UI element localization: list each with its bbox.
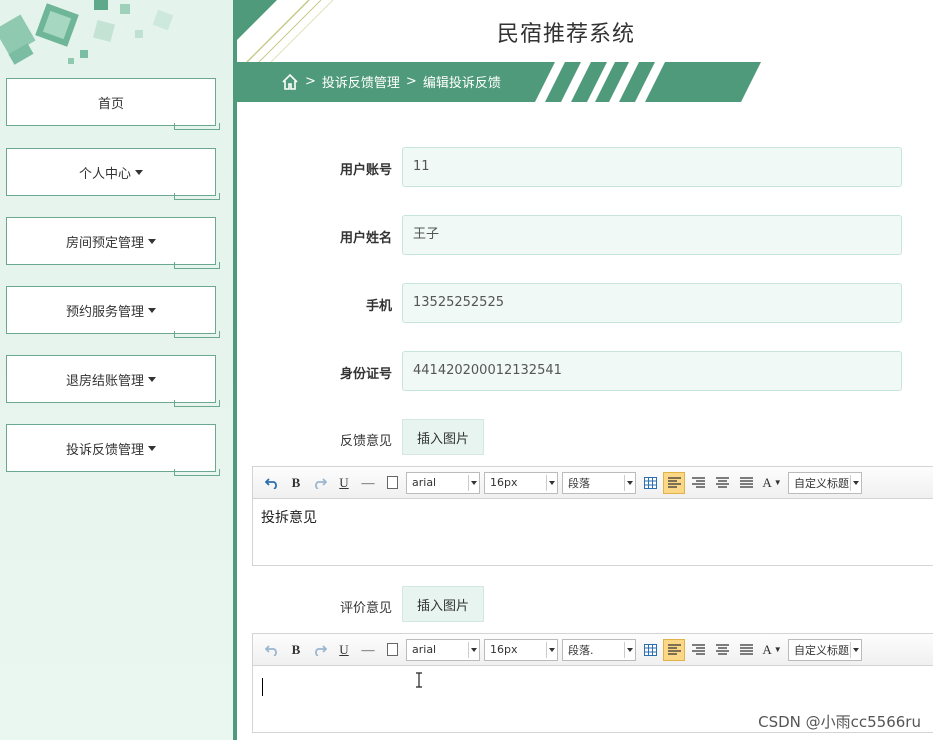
feedback-editor: B U — arial 16px 段落 A ▼ 自定义标题 投拆意见 <box>252 466 933 566</box>
horizontal-rule-button[interactable]: — <box>357 639 379 661</box>
chevron-down-icon <box>549 480 555 485</box>
home-icon[interactable] <box>281 73 299 91</box>
id-label: 身份证号 <box>339 367 392 382</box>
redo-icon[interactable] <box>309 639 331 661</box>
decorative-squares <box>0 0 174 65</box>
sidebar-item-label: 个人中心 <box>78 166 131 182</box>
sidebar-item-service-booking[interactable]: 预约服务管理 <box>6 286 220 338</box>
custom-heading-select[interactable]: 自定义标题 <box>788 638 862 661</box>
chevron-down-icon <box>627 647 633 652</box>
chevron-down-icon <box>549 647 555 652</box>
editor-toolbar: B U — arial 16px 段落 A ▼ 自定义标题 <box>253 467 933 499</box>
sidebar: 首页 个人中心 房间预定管理 预约服务管理 退房结账管理 投诉反馈管理 <box>0 0 233 740</box>
sidebar-item-complaint[interactable]: 投诉反馈管理 <box>6 424 220 476</box>
undo-icon[interactable] <box>261 472 283 494</box>
caret-down-icon <box>135 169 143 175</box>
sidebar-item-room-booking[interactable]: 房间预定管理 <box>6 217 220 269</box>
sidebar-item-label: 房间预定管理 <box>65 235 144 251</box>
insert-image-button[interactable]: 插入图片 <box>402 586 484 622</box>
align-right-icon[interactable] <box>687 639 709 661</box>
paragraph-select[interactable]: 段落 <box>562 471 636 494</box>
chevron-down-icon <box>853 480 859 485</box>
sidebar-item-label: 投诉反馈管理 <box>65 442 144 458</box>
font-family-select[interactable]: arial <box>406 638 480 661</box>
page-icon[interactable] <box>381 472 403 494</box>
paragraph-value: 段落 <box>568 476 590 490</box>
caret-down-icon <box>148 307 156 313</box>
align-right-icon[interactable] <box>687 472 709 494</box>
feedback-editor-content[interactable]: 投拆意见 <box>253 499 933 535</box>
paragraph-value: 段落. <box>568 643 594 657</box>
horizontal-rule-button[interactable]: — <box>357 472 379 494</box>
account-input[interactable]: 11 <box>402 147 902 187</box>
font-family-value: arial <box>412 643 437 656</box>
bold-button[interactable]: B <box>285 639 307 661</box>
breadcrumb-item-edit: 编辑投诉反馈 <box>422 76 501 91</box>
custom-heading-value: 自定义标题 <box>794 643 849 657</box>
font-size-select[interactable]: 16px <box>484 638 558 661</box>
review-label: 评价意见 <box>339 601 392 616</box>
font-family-value: arial <box>412 476 437 489</box>
align-center-icon[interactable] <box>711 472 733 494</box>
sidebar-item-checkout[interactable]: 退房结账管理 <box>6 355 220 407</box>
phone-label: 手机 <box>365 299 392 314</box>
editor-toolbar: B U — arial 16px 段落. A ▼ 自定义标题 <box>253 634 933 666</box>
feedback-label: 反馈意见 <box>339 434 392 449</box>
custom-heading-select[interactable]: 自定义标题 <box>788 471 862 494</box>
sidebar-divider <box>233 0 237 740</box>
breadcrumb: > 投诉反馈管理 > 编辑投诉反馈 <box>281 72 501 91</box>
sidebar-item-personal-center[interactable]: 个人中心 <box>6 148 220 200</box>
table-icon[interactable] <box>639 472 661 494</box>
phone-input[interactable]: 13525252525 <box>402 283 902 323</box>
insert-image-button[interactable]: 插入图片 <box>402 419 484 455</box>
align-center-icon[interactable] <box>711 639 733 661</box>
account-label: 用户账号 <box>339 163 392 178</box>
font-size-select[interactable]: 16px <box>484 471 558 494</box>
font-size-value: 16px <box>490 643 518 656</box>
page: 首页 个人中心 房间预定管理 预约服务管理 退房结账管理 投诉反馈管理 民宿推荐… <box>0 0 933 740</box>
ibeam-cursor-icon <box>416 672 422 688</box>
caret-down-icon <box>148 445 156 451</box>
undo-icon[interactable] <box>261 639 283 661</box>
header-decoration <box>237 0 334 62</box>
sidebar-item-label: 退房结账管理 <box>65 373 144 389</box>
font-family-select[interactable]: arial <box>406 471 480 494</box>
align-left-icon[interactable] <box>663 471 685 494</box>
breadcrumb-item-complaint[interactable]: 投诉反馈管理 <box>322 72 400 91</box>
page-title: 民宿推荐系统 <box>497 22 636 47</box>
sidebar-item-home[interactable]: 首页 <box>6 78 220 130</box>
caret-down-icon <box>148 238 156 244</box>
sidebar-item-label: 预约服务管理 <box>65 304 144 320</box>
breadcrumb-separator: > <box>405 74 417 89</box>
chevron-down-icon <box>471 647 477 652</box>
watermark: CSDN @小雨cc5566ru <box>758 713 921 731</box>
header: 民宿推荐系统 <box>237 0 933 62</box>
name-label: 用户姓名 <box>339 231 392 246</box>
sidebar-item-label: 首页 <box>97 96 124 112</box>
underline-button[interactable]: U <box>333 472 355 494</box>
underline-button[interactable]: U <box>333 639 355 661</box>
bold-button[interactable]: B <box>285 472 307 494</box>
custom-heading-value: 自定义标题 <box>794 476 849 490</box>
align-justify-icon[interactable] <box>735 472 757 494</box>
text-caret <box>262 678 263 696</box>
breadcrumb-separator: > <box>305 74 316 89</box>
font-color-icon: A <box>762 474 772 490</box>
font-color-icon: A <box>762 641 772 657</box>
paragraph-select[interactable]: 段落. <box>562 638 636 661</box>
font-size-value: 16px <box>490 476 518 489</box>
name-input[interactable]: 王子 <box>402 215 902 255</box>
redo-icon[interactable] <box>309 472 331 494</box>
table-icon[interactable] <box>639 639 661 661</box>
font-color-button[interactable]: A ▼ <box>759 639 785 661</box>
chevron-down-icon <box>853 647 859 652</box>
align-justify-icon[interactable] <box>735 639 757 661</box>
page-icon[interactable] <box>381 639 403 661</box>
caret-down-icon <box>148 376 156 382</box>
chevron-down-icon <box>627 480 633 485</box>
font-color-button[interactable]: A ▼ <box>759 472 785 494</box>
align-left-icon[interactable] <box>663 638 685 661</box>
id-input[interactable]: 441420200012132541 <box>402 351 902 391</box>
chevron-down-icon <box>471 480 477 485</box>
